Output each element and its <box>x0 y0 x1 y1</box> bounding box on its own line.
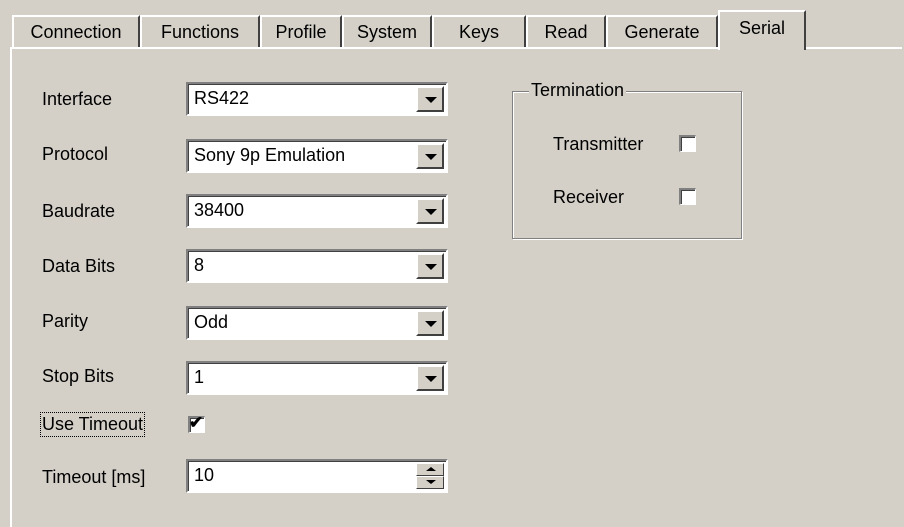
tab-label: Connection <box>30 22 122 42</box>
timeout-label: Timeout [ms] <box>42 467 146 487</box>
chevron-down-icon[interactable] <box>416 365 444 391</box>
protocol-select[interactable]: Sony 9p Emulation <box>186 139 448 173</box>
tab-read[interactable]: Read <box>526 15 606 48</box>
tab-label: Read <box>544 22 588 42</box>
stop-bits-value: 1 <box>194 367 205 387</box>
tab-generate[interactable]: Generate <box>606 15 718 48</box>
tab-label: Keys <box>458 22 500 42</box>
chevron-down-icon[interactable] <box>416 198 444 224</box>
tab-serial[interactable]: Serial <box>718 10 806 50</box>
tab-label: Profile <box>275 22 327 42</box>
tab-label: Serial <box>738 17 786 38</box>
timeout-value: 10 <box>194 465 215 485</box>
tab-functions[interactable]: Functions <box>140 15 260 48</box>
baudrate-label: Baudrate <box>42 201 116 221</box>
tab-profile[interactable]: Profile <box>260 15 342 48</box>
serial-settings-panel: Interface RS422 Protocol Sony 9p Emulati… <box>10 47 902 527</box>
receiver-checkbox[interactable] <box>679 188 696 205</box>
tab-strip: Connection Functions Profile System Keys… <box>12 10 892 50</box>
tab-label: Generate <box>624 22 700 42</box>
use-timeout-checkbox[interactable]: ✔ <box>188 413 205 433</box>
baudrate-select[interactable]: 38400 <box>186 194 448 228</box>
interface-select[interactable]: RS422 <box>186 82 448 116</box>
protocol-label: Protocol <box>42 144 109 164</box>
data-bits-label: Data Bits <box>42 256 116 276</box>
tab-label: System <box>356 22 417 42</box>
protocol-value: Sony 9p Emulation <box>194 145 346 165</box>
interface-value: RS422 <box>194 88 250 108</box>
parity-value: Odd <box>194 312 229 332</box>
termination-title: Termination <box>529 80 627 101</box>
baudrate-value: 38400 <box>194 200 245 220</box>
tab-label: Functions <box>160 22 240 42</box>
chevron-down-icon[interactable] <box>416 253 444 279</box>
receiver-label: Receiver <box>553 187 625 207</box>
data-bits-value: 8 <box>194 255 205 275</box>
transmitter-checkbox[interactable] <box>679 135 696 152</box>
parity-label: Parity <box>42 311 89 331</box>
parity-select[interactable]: Odd <box>186 306 448 340</box>
chevron-down-icon[interactable] <box>416 143 444 169</box>
data-bits-select[interactable]: 8 <box>186 249 448 283</box>
chevron-down-icon[interactable] <box>416 86 444 112</box>
checkmark-icon: ✔ <box>189 413 204 432</box>
tab-keys[interactable]: Keys <box>432 15 526 48</box>
tab-connection[interactable]: Connection <box>12 15 140 48</box>
termination-group: Termination Transmitter Receiver <box>512 80 742 239</box>
stop-bits-label: Stop Bits <box>42 366 115 386</box>
transmitter-label: Transmitter <box>553 134 644 154</box>
timeout-spinbox[interactable]: 10 <box>186 459 448 493</box>
interface-label: Interface <box>42 89 113 109</box>
chevron-down-icon[interactable] <box>416 310 444 336</box>
tab-system[interactable]: System <box>342 15 432 48</box>
stop-bits-select[interactable]: 1 <box>186 361 448 395</box>
spin-up-icon[interactable] <box>416 463 444 476</box>
use-timeout-label[interactable]: Use Timeout <box>39 412 146 437</box>
spin-down-icon[interactable] <box>416 476 444 489</box>
